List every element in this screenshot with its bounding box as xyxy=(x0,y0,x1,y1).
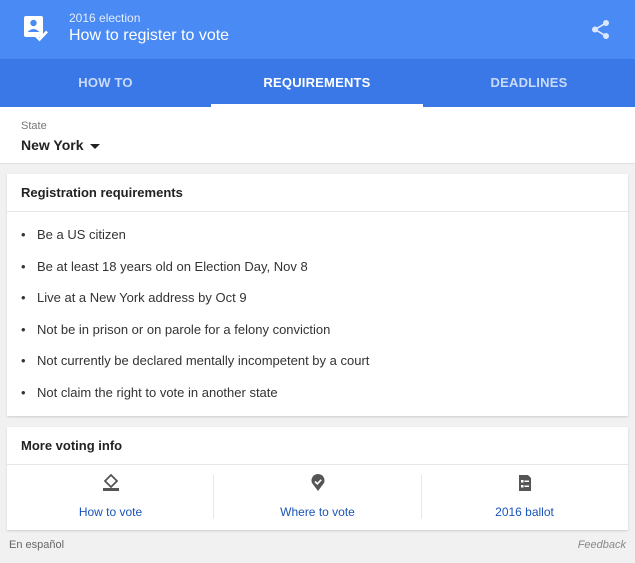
ballot-document-icon xyxy=(518,475,531,491)
where-to-vote-link[interactable]: Where to vote xyxy=(214,465,421,529)
feedback-link[interactable]: Feedback xyxy=(578,539,626,551)
state-value: New York xyxy=(21,137,84,153)
page-title: How to register to vote xyxy=(69,27,230,44)
list-item: • Be a US citizen xyxy=(21,227,126,242)
caret-down-icon xyxy=(89,143,100,149)
tab-requirements[interactable]: REQUIREMENTS xyxy=(211,59,423,107)
tab-deadlines[interactable]: DEADLINES xyxy=(423,59,635,107)
share-icon[interactable] xyxy=(591,19,610,40)
state-label: State xyxy=(21,120,47,132)
list-item: • Be at least 18 years old on Election Da… xyxy=(21,258,308,274)
tab-how-to[interactable]: HOW TO xyxy=(0,59,211,107)
state-bar: State New York xyxy=(0,107,635,164)
more-info-links: How to vote Where to vote 2016 ballot xyxy=(7,465,628,529)
requirements-list: • Be a US citizen • Be at least 18 years o… xyxy=(7,212,628,413)
requirements-card: Registration requirements • Be a US citiz… xyxy=(7,174,628,416)
requirements-title: Registration requirements xyxy=(7,174,628,212)
ballot-2016-link[interactable]: 2016 ballot xyxy=(421,465,628,529)
list-item: • Not claim the right to vote in another … xyxy=(21,384,278,400)
ballot-box-icon xyxy=(102,474,119,491)
app-header: 2016 election How to register to vote xyxy=(0,0,635,59)
list-item: • Not be in prison or on parole for a fel… xyxy=(21,321,331,337)
tab-bar: HOW TO REQUIREMENTS DEADLINES xyxy=(0,59,635,107)
list-item: • Live at a New York address by Oct 9 xyxy=(21,290,247,306)
ballot-check-icon xyxy=(24,16,48,42)
how-to-vote-link[interactable]: How to vote xyxy=(7,465,214,529)
location-pin-icon xyxy=(311,474,324,491)
language-link[interactable]: En español xyxy=(9,539,64,551)
more-info-card: More voting info How to vote Where to vo… xyxy=(7,427,628,530)
header-kicker: 2016 election xyxy=(69,11,141,25)
more-info-title: More voting info xyxy=(7,427,628,465)
list-item: • Not currently be declared mentally inco… xyxy=(21,353,370,369)
state-dropdown[interactable]: New York xyxy=(21,137,100,153)
